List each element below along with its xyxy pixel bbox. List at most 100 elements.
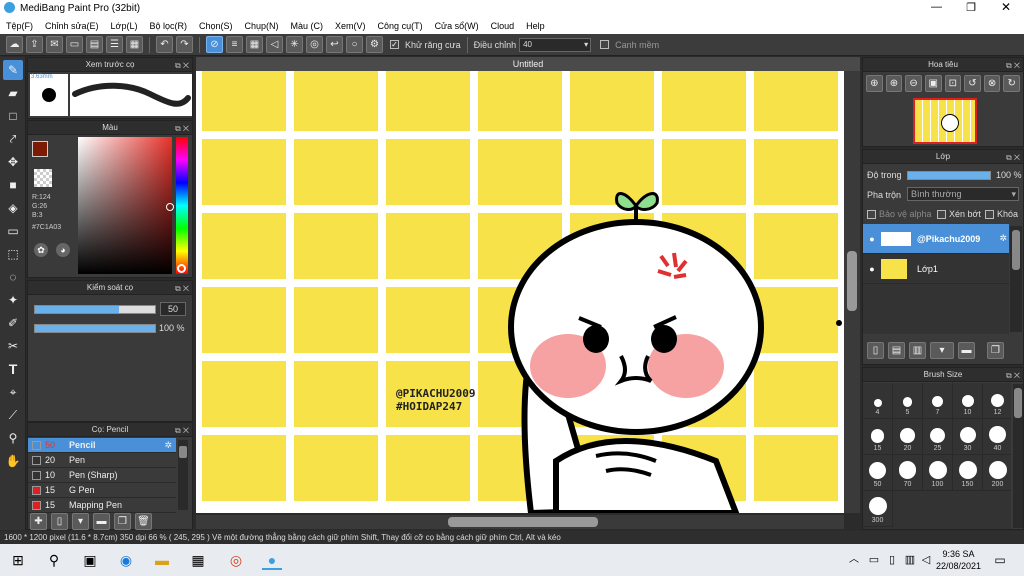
menu-select[interactable]: Chọn(S) <box>199 21 233 31</box>
brush-size-option[interactable]: 50 <box>863 455 893 491</box>
brush-size-option[interactable]: 20 <box>893 419 923 455</box>
brush-size-scrollbar[interactable] <box>1013 384 1023 528</box>
new-brush-icon[interactable]: ▯ <box>51 513 68 530</box>
brush-size-option[interactable]: 4 <box>863 383 893 419</box>
windows-start-icon[interactable]: ⊞ <box>8 550 28 570</box>
circle-snap-icon[interactable]: ◎ <box>306 36 323 53</box>
ring-snap-icon[interactable]: ○ <box>346 36 363 53</box>
brush-item-pen[interactable]: 20 Pen <box>28 453 176 468</box>
close-icon[interactable]: ✕ <box>1001 0 1011 14</box>
system-clock[interactable]: 9:36 SA 22/08/2021 <box>936 548 981 572</box>
duplicate-layer-icon[interactable]: ❐ <box>987 342 1004 359</box>
brush-size-option[interactable]: 15 <box>863 419 893 455</box>
new-layer-icon[interactable]: ▯ <box>867 342 884 359</box>
fill-tool-icon[interactable]: ◈ <box>3 198 23 218</box>
dot-tool-icon[interactable]: □ <box>3 106 23 126</box>
layer-menu-icon[interactable]: ▾ <box>930 342 954 359</box>
brush-size-option[interactable]: 30 <box>953 419 983 455</box>
restore-icon[interactable]: ❐ <box>966 1 976 14</box>
comment-icon[interactable]: ✉ <box>46 36 63 53</box>
printer-icon[interactable]: ▭ <box>864 550 884 570</box>
list-icon[interactable]: ☰ <box>106 36 123 53</box>
brush-size-option[interactable]: 7 <box>923 383 953 419</box>
text-tool-icon[interactable]: T <box>3 359 23 379</box>
lock-option[interactable]: Khóa <box>985 209 1018 220</box>
copy-brush-icon[interactable]: ❐ <box>114 513 131 530</box>
lasso-tool-icon[interactable]: ◌ <box>3 267 23 287</box>
layer-list-scrollbar[interactable] <box>1010 226 1022 332</box>
protect-alpha-option[interactable]: Bảo vệ alpha <box>867 209 932 220</box>
medibang-taskbar-icon[interactable]: ● <box>262 550 282 570</box>
panel-icon[interactable]: ▦ <box>126 36 143 53</box>
panel-options-icon[interactable]: ⧉ ✕ <box>175 59 189 73</box>
brush-item-pencil[interactable]: 50 Pencil ✲ <box>28 438 176 453</box>
brush-size-option[interactable]: 5 <box>893 383 923 419</box>
folder-icon[interactable]: ▬ <box>93 513 110 530</box>
antialias-checkbox[interactable]: ✓ <box>390 40 399 49</box>
brush-size-slider[interactable] <box>34 305 156 314</box>
shape-tool-icon[interactable]: ■ <box>3 175 23 195</box>
correction-tool-icon[interactable]: ⤤ <box>3 129 23 149</box>
menu-snap[interactable]: Chụp(N) <box>245 21 279 31</box>
redo-icon[interactable]: ↷ <box>176 36 193 53</box>
message-icon[interactable]: ▭ <box>66 36 83 53</box>
select-tool-icon[interactable]: ⬚ <box>3 244 23 264</box>
menu-color[interactable]: Màu (C) <box>291 21 324 31</box>
zoom-in-icon[interactable]: ⊕ <box>866 75 883 92</box>
magic-wand-icon[interactable]: ✦ <box>3 290 23 310</box>
panel-options-icon[interactable]: ⧉ ✕ <box>175 424 189 438</box>
page-icon[interactable]: ▤ <box>86 36 103 53</box>
brush-item-pen-sharp[interactable]: 10 Pen (Sharp) <box>28 468 176 483</box>
divide-tool-icon[interactable]: ⌖ <box>3 382 23 402</box>
search-icon[interactable]: ⚲ <box>44 550 64 570</box>
undo-icon[interactable]: ↶ <box>156 36 173 53</box>
chevron-up-icon[interactable]: ︿ <box>844 550 864 570</box>
clipping-option[interactable]: Xén bớt <box>937 209 981 220</box>
layer-item-pikachu[interactable]: ● @Pikachu2009 ✲ <box>863 224 1009 254</box>
chrome-icon[interactable]: ◎ <box>226 550 246 570</box>
task-view-icon[interactable]: ▣ <box>80 550 100 570</box>
actual-size-icon[interactable]: ▣ <box>924 75 942 92</box>
new-halftone-layer-icon[interactable]: ▤ <box>888 342 905 359</box>
document-tab[interactable]: Untitled <box>196 57 860 71</box>
main-color-swatch[interactable] <box>32 141 48 157</box>
rotate-left-icon[interactable]: ↺ <box>964 75 981 92</box>
brush-tool-icon[interactable]: ✎ <box>3 60 23 80</box>
menu-filter[interactable]: Bộ lọc(R) <box>149 21 187 31</box>
add-brush-icon[interactable]: ✚ <box>30 513 47 530</box>
panel-options-icon[interactable]: ⧉ ✕ <box>175 282 189 296</box>
brush-list-scrollbar[interactable] <box>178 440 188 510</box>
curve-snap-icon[interactable]: ↩ <box>326 36 343 53</box>
menu-edit[interactable]: Chỉnh sửa(E) <box>45 21 99 31</box>
zoom-in-step-icon[interactable]: ⊕ <box>885 75 903 92</box>
transparent-swatch[interactable] <box>34 169 52 187</box>
brush-item-g-pen[interactable]: 15 G Pen <box>28 483 176 498</box>
notifications-icon[interactable]: ▭ <box>990 550 1010 570</box>
move-tool-icon[interactable]: ✥ <box>3 152 23 172</box>
brush-size-option[interactable]: 150 <box>953 455 983 491</box>
gradient-tool-icon[interactable]: ▭ <box>3 221 23 241</box>
eraser-tool-icon[interactable]: ▰ <box>3 83 23 103</box>
gear-icon[interactable]: ✲ <box>999 233 1007 244</box>
store-icon[interactable]: ▦ <box>188 550 208 570</box>
canvas-vertical-scrollbar[interactable] <box>844 71 860 513</box>
select-pen-icon[interactable]: ✐ <box>3 313 23 333</box>
hue-slider[interactable] <box>176 137 188 274</box>
no-snap-icon[interactable]: ⊘ <box>206 36 223 53</box>
reset-rotation-icon[interactable]: ⊗ <box>983 75 1001 92</box>
eye-icon[interactable]: ● <box>863 234 881 244</box>
menu-help[interactable]: Help <box>526 21 545 31</box>
delete-brush-icon[interactable]: 🗑 <box>135 513 152 530</box>
brush-size-option[interactable]: 25 <box>923 419 953 455</box>
upload-icon[interactable]: ⇪ <box>26 36 43 53</box>
menu-window[interactable]: Cửa sổ(W) <box>435 21 479 31</box>
brush-size-option[interactable]: 70 <box>893 455 923 491</box>
drive-icon[interactable]: ▯ <box>882 550 902 570</box>
panel-options-icon[interactable]: ⧉ ✕ <box>175 122 189 136</box>
new-8bit-layer-icon[interactable]: ▥ <box>909 342 926 359</box>
menu-layer[interactable]: Lớp(L) <box>111 21 138 31</box>
radial-snap-icon[interactable]: ✳ <box>286 36 303 53</box>
fit-window-icon[interactable]: ⊡ <box>944 75 962 92</box>
brush-size-option[interactable]: 10 <box>953 383 983 419</box>
adjust-input[interactable]: 40 ▾ <box>519 37 592 52</box>
